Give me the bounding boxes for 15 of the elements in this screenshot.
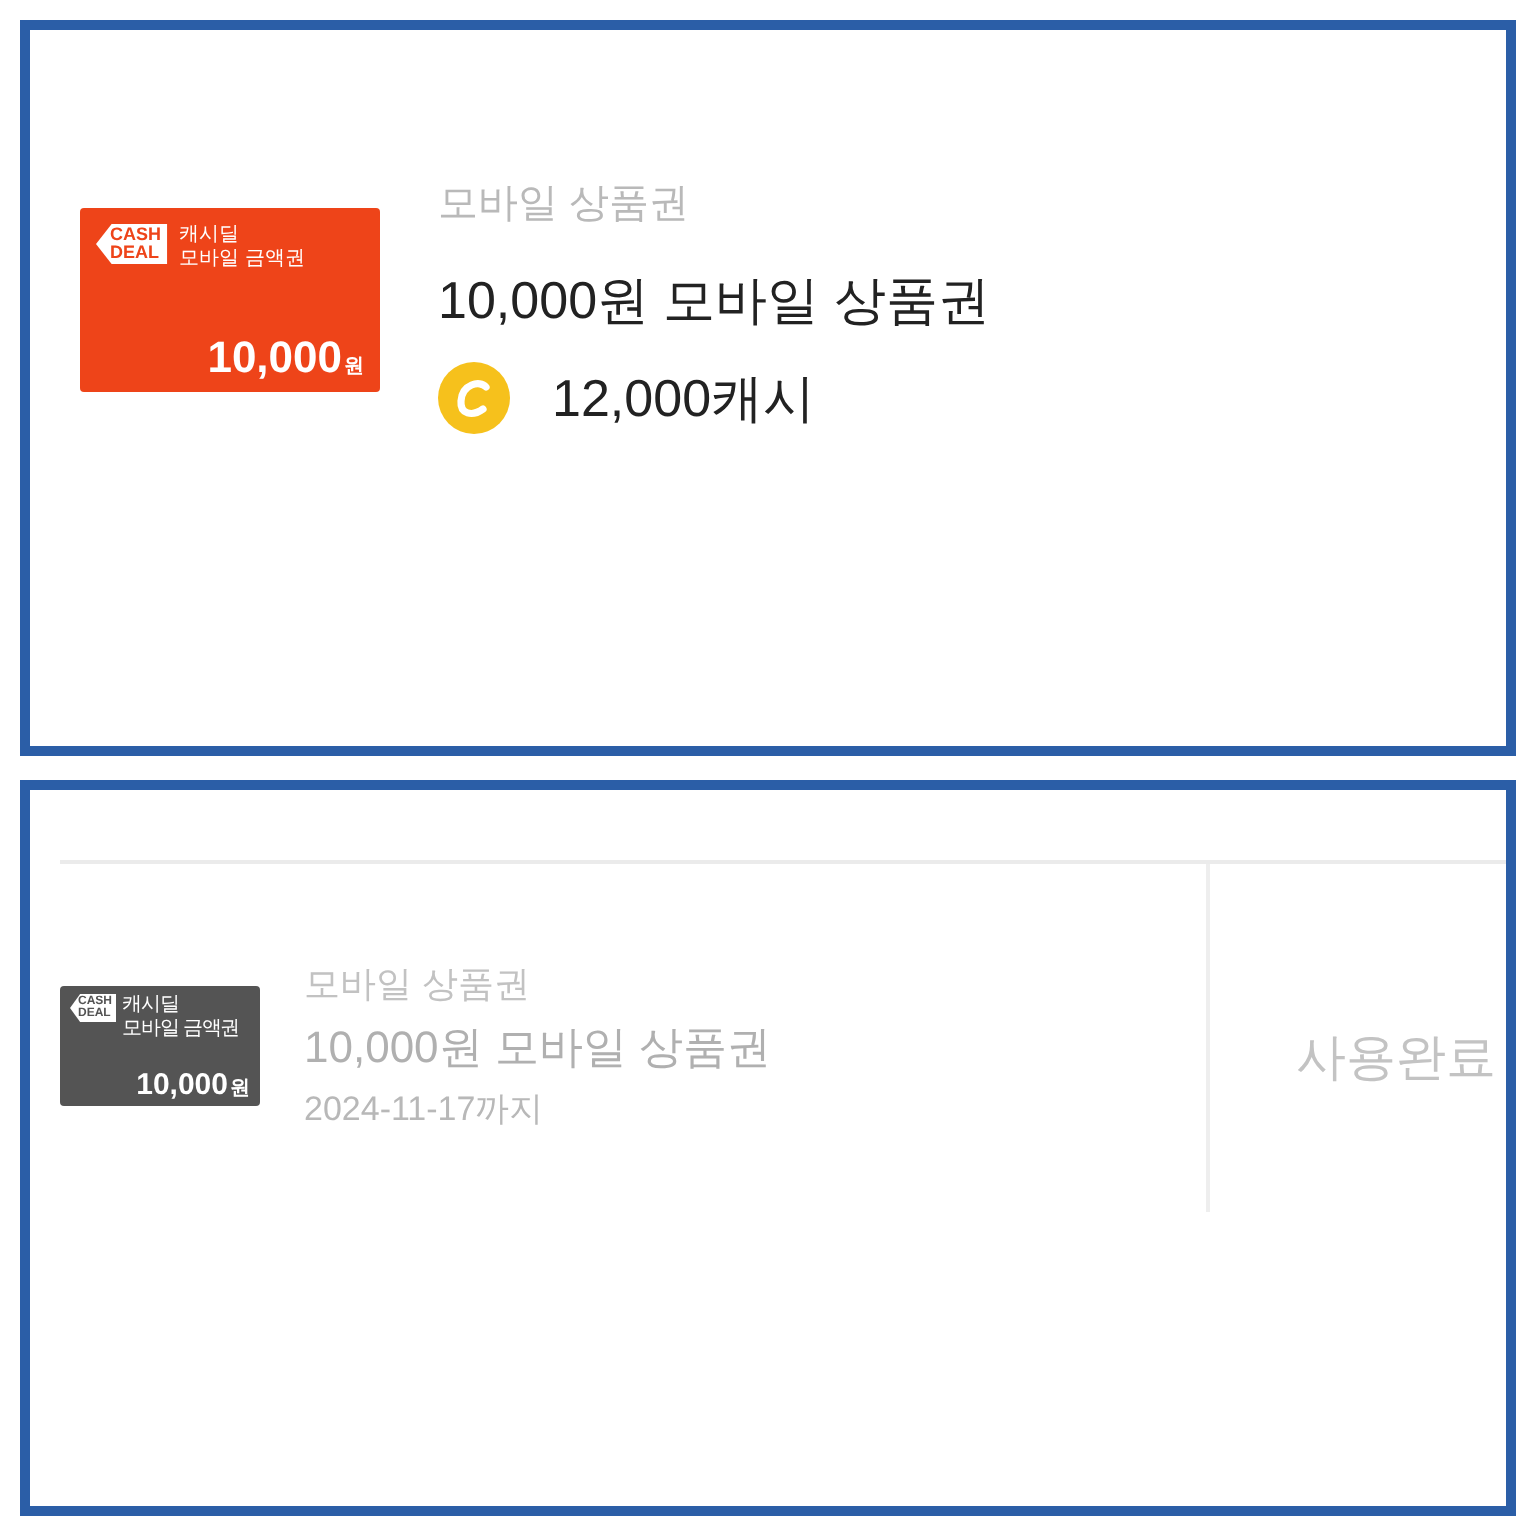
status-label: 사용완료 xyxy=(1296,1028,1496,1090)
thumbnail-amount: 10,000 xyxy=(207,336,342,380)
thumbnail-caption: 캐시딜 모바일 금액권 xyxy=(179,224,305,270)
product-title: 10,000원 모바일 상품권 xyxy=(304,1020,772,1076)
coin-icon xyxy=(438,362,510,434)
product-title: 10,000원 모바일 상품권 xyxy=(438,268,990,334)
thumbnail-unit: 원 xyxy=(230,1080,250,1100)
expiry-date: 2024-11-17까지 xyxy=(304,1088,546,1132)
cash-price: 12,000캐시 xyxy=(552,366,816,432)
cash-deal-tag: CASH DEAL xyxy=(96,224,168,264)
thumbnail-unit: 원 xyxy=(344,358,364,378)
thumbnail-caption: 캐시딜 모바일 금액권 xyxy=(122,994,240,1040)
category-label: 모바일 상품권 xyxy=(438,180,692,230)
thumbnail-amount: 10,000 xyxy=(136,1070,228,1100)
category-label: 모바일 상품권 xyxy=(304,962,533,1008)
